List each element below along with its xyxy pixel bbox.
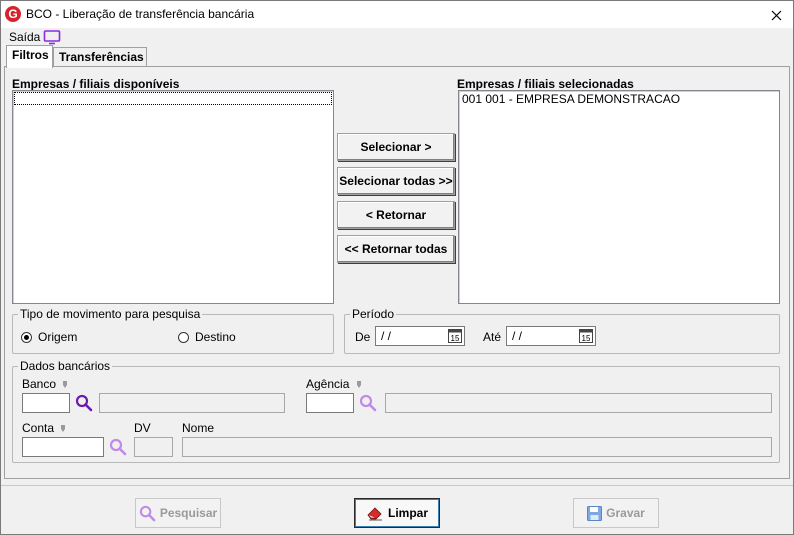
selecionar-button-label: Selecionar > xyxy=(360,140,432,154)
footer-bar: Pesquisar Limpar Gravar xyxy=(1,486,793,534)
calendar-icon[interactable]: 15 xyxy=(448,329,462,343)
close-button[interactable] xyxy=(759,1,793,29)
save-icon xyxy=(587,505,603,521)
retornar-button-label: < Retornar xyxy=(365,208,427,222)
app-window: G BCO - Liberação de transferência bancá… xyxy=(0,0,794,535)
required-pin-icon xyxy=(63,380,68,388)
search-icon xyxy=(139,505,156,521)
app-logo-icon: G xyxy=(5,6,21,22)
menu-saida[interactable]: Saída xyxy=(9,30,40,44)
svg-text:15: 15 xyxy=(451,334,460,343)
dv-field xyxy=(134,437,173,457)
destino-radio[interactable] xyxy=(178,332,189,343)
conta-search-icon[interactable] xyxy=(109,438,127,456)
retornar-button[interactable]: < Retornar xyxy=(337,201,455,229)
destino-label: Destino xyxy=(195,330,236,344)
origem-label: Origem xyxy=(38,330,78,344)
banco-input[interactable] xyxy=(22,393,70,413)
monitor-icon[interactable] xyxy=(43,29,61,45)
dv-label: DV xyxy=(134,421,151,435)
banco-label: Banco xyxy=(22,377,68,391)
required-pin-icon xyxy=(356,380,361,388)
limpar-button[interactable]: Limpar xyxy=(354,498,440,528)
list-focus-row[interactable] xyxy=(14,92,332,105)
title-bar: G BCO - Liberação de transferência bancá… xyxy=(1,1,793,29)
list-item[interactable]: 001 001 - EMPRESA DEMONSTRACAO xyxy=(462,92,680,106)
agencia-input[interactable] xyxy=(306,393,354,413)
eraser-icon xyxy=(367,507,382,521)
dados-bancarios-group: Dados bancários Banco Agência Conta DV N… xyxy=(12,359,780,463)
date-from-field[interactable]: / / 15 xyxy=(375,326,465,346)
dados-bancarios-title: Dados bancários xyxy=(18,359,113,373)
pesquisar-button[interactable]: Pesquisar xyxy=(135,498,221,528)
retornar-todas-button[interactable]: << Retornar todas xyxy=(337,235,455,263)
nome-label: Nome xyxy=(182,421,215,435)
calendar-icon[interactable]: 15 xyxy=(579,329,593,343)
menu-bar: Saída xyxy=(1,28,793,47)
agencia-nome-field xyxy=(385,393,772,413)
tab-filtros[interactable]: Filtros xyxy=(6,45,53,68)
limpar-label: Limpar xyxy=(387,506,428,520)
banco-search-icon[interactable] xyxy=(75,394,93,412)
origem-radio[interactable] xyxy=(21,332,32,343)
conta-label: Conta xyxy=(22,421,66,435)
selecionar-todas-button-label: Selecionar todas >> xyxy=(339,174,453,188)
de-label: De xyxy=(355,330,371,344)
svg-text:15: 15 xyxy=(582,334,591,343)
agencia-search-icon[interactable] xyxy=(359,394,377,412)
date-to-field[interactable]: / / 15 xyxy=(506,326,596,346)
conta-input[interactable] xyxy=(22,437,104,457)
banco-label-text: Banco xyxy=(22,377,57,391)
banco-nome-field xyxy=(99,393,285,413)
gravar-button[interactable]: Gravar xyxy=(573,498,659,528)
tipo-movimento-title: Tipo de movimento para pesquisa xyxy=(18,307,203,321)
selecionar-button[interactable]: Selecionar > xyxy=(337,133,455,161)
selected-companies-list[interactable]: 001 001 - EMPRESA DEMONSTRACAO xyxy=(458,90,780,304)
required-pin-icon xyxy=(61,424,66,432)
tab-transferencias[interactable]: Transferências xyxy=(53,47,147,67)
periodo-title: Período xyxy=(350,307,397,321)
window-title: BCO - Liberação de transferência bancári… xyxy=(26,7,255,21)
tipo-movimento-group: Tipo de movimento para pesquisa Origem D… xyxy=(12,307,334,354)
available-list-label: Empresas / filiais disponíveis xyxy=(12,77,180,91)
nome-field xyxy=(182,437,772,457)
periodo-group: Período De / / 15 Até / / 15 xyxy=(344,307,780,354)
filtros-panel: Empresas / filiais disponíveis Empresas … xyxy=(4,66,790,479)
selecionar-todas-button[interactable]: Selecionar todas >> xyxy=(337,167,455,195)
close-icon xyxy=(771,10,781,20)
conta-label-text: Conta xyxy=(22,421,55,435)
selected-list-label: Empresas / filiais selecionadas xyxy=(457,77,634,91)
gravar-label: Gravar xyxy=(606,506,645,520)
ate-label: Até xyxy=(483,330,502,344)
date-from-value: / / xyxy=(381,329,392,343)
retornar-todas-button-label: << Retornar todas xyxy=(344,242,448,256)
date-to-value: / / xyxy=(512,329,523,343)
agencia-label: Agência xyxy=(306,377,362,391)
available-companies-list[interactable] xyxy=(12,90,334,304)
pesquisar-label: Pesquisar xyxy=(159,506,218,520)
agencia-label-text: Agência xyxy=(306,377,350,391)
